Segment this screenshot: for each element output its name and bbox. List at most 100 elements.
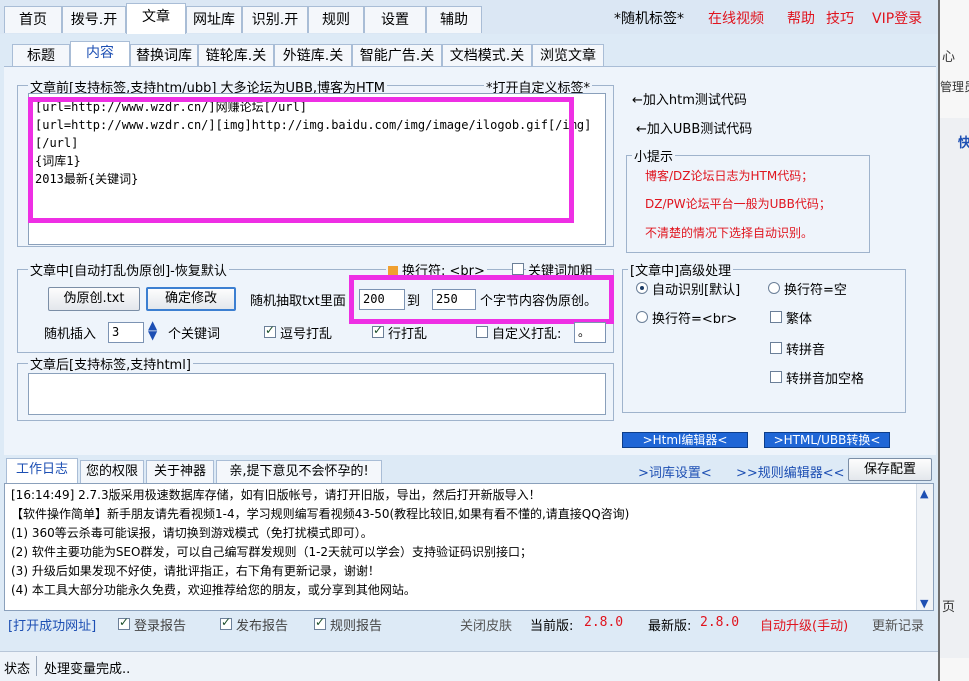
to-label: 到: [407, 294, 421, 309]
work-log[interactable]: [16:14:49] 2.7.3版采用极速数据库存储，如有旧版帐号，请打开旧版，…: [4, 483, 934, 611]
save-config-button[interactable]: 保存配置: [848, 458, 932, 481]
bg-text: 心: [942, 50, 956, 65]
subtab-smart-ads[interactable]: 智能广告.关: [352, 44, 442, 67]
line-shuffle-label: 行打乱: [388, 327, 428, 342]
middle-article-legend[interactable]: 文章中[自动打乱伪原创]-恢复默认: [28, 260, 229, 279]
vip-login-link[interactable]: VIP登录: [872, 8, 922, 28]
scroll-down-icon[interactable]: ▼: [920, 594, 928, 613]
pinyin-label: 转拼音: [786, 343, 826, 358]
bg-text: 管理员: [940, 80, 969, 94]
subtab-doc-mode[interactable]: 文档模式.关: [442, 44, 532, 67]
tips-link[interactable]: 技巧: [826, 8, 854, 28]
newline-label: 换行符: <br>: [386, 260, 487, 279]
rule-editor-link[interactable]: >>规则编辑器<<: [736, 462, 845, 481]
after-article-legend: 文章后[支持标签,支持html]: [28, 354, 193, 373]
pinyin-checkbox[interactable]: [770, 342, 782, 354]
add-htm-code-link[interactable]: ←加入htm测试代码: [632, 89, 747, 108]
tips-legend: 小提示: [632, 146, 676, 165]
tab-recognize[interactable]: 识别.开: [242, 6, 308, 33]
advanced-legend: [文章中]高级处理: [628, 260, 734, 279]
close-skin-link[interactable]: 关闭皮肤: [460, 615, 512, 634]
insert-count-input[interactable]: 3: [108, 322, 144, 343]
current-version: 2.8.0: [584, 615, 624, 630]
tab-about[interactable]: 关于神器: [146, 460, 214, 483]
newline-br-radio[interactable]: [636, 311, 648, 323]
scroll-up-icon[interactable]: ▲: [920, 484, 928, 503]
tip-line: 博客/DZ论坛日志为HTM代码；: [645, 169, 814, 183]
bg-text: 页: [942, 600, 956, 615]
status-text: 处理变量完成..: [44, 662, 131, 677]
before-line: [url=http://www.wzdr.cn/]网赚论坛[/url]: [35, 100, 307, 114]
bg-panel: [940, 118, 969, 658]
confirm-edit-button[interactable]: 确定修改: [146, 287, 236, 311]
pseudo-original-txt-button[interactable]: 伪原创.txt: [48, 287, 140, 311]
subtab-link-wheel[interactable]: 链轮库.关: [198, 44, 274, 67]
tab-permissions[interactable]: 您的权限: [80, 460, 144, 483]
random-extract-label: 随机抽取txt里面: [250, 294, 346, 309]
publish-report-checkbox[interactable]: [220, 615, 232, 630]
tab-article[interactable]: 文章: [126, 3, 186, 34]
before-article-textarea[interactable]: [url=http://www.wzdr.cn/]网赚论坛[/url] [url…: [28, 93, 606, 245]
background-window-strip: 心 管理员 快 页: [938, 0, 969, 681]
content-panel: 文章前[支持标签,支持htm/ubb] 大多论坛为UBB,博客为HTM *打开自…: [4, 66, 936, 455]
before-line: {词库1}: [35, 154, 81, 168]
html-editor-button[interactable]: >Html编辑器<: [622, 432, 748, 448]
subtab-browse[interactable]: 浏览文章: [532, 44, 604, 67]
publish-report-label: 发布报告: [236, 619, 289, 634]
traditional-label: 繁体: [786, 312, 813, 327]
pinyin-space-checkbox[interactable]: [770, 371, 782, 383]
tab-settings[interactable]: 设置: [364, 6, 426, 33]
log-line: (1) 360等云杀毒可能误报，请切换到游戏模式（免打扰模式即可）。: [11, 526, 373, 540]
html-ubb-convert-button[interactable]: >HTML/UBB转换<: [764, 432, 890, 448]
login-report-checkbox[interactable]: [118, 615, 130, 630]
before-line: [/url]: [35, 136, 79, 150]
after-article-textarea[interactable]: [28, 373, 606, 415]
online-video-link[interactable]: 在线视频: [708, 8, 764, 28]
subtab-replace-dict[interactable]: 替换词库: [130, 44, 198, 67]
range-to-input[interactable]: 250: [432, 289, 476, 310]
custom-shuffle-checkbox[interactable]: [476, 326, 488, 338]
spinner-arrows-icon[interactable]: ▲ ▼: [148, 319, 157, 341]
log-lines: [16:14:49] 2.7.3版采用极速数据库存储，如有旧版帐号，请打开旧版，…: [5, 484, 907, 602]
log-line: (3) 升级后如果发现不好使，请批评指正，右下角有更新记录，谢谢！: [11, 564, 380, 578]
latest-version-label: 最新版:: [648, 619, 692, 634]
dict-settings-link[interactable]: >词库设置<: [638, 462, 712, 481]
top-tab-bar: 首页 拨号.开 文章 网址库 识别.开 规则 设置 辅助 *随机标签* 在线视频…: [0, 0, 938, 34]
bytes-label: 个字节内容伪原创。: [480, 294, 598, 309]
keyword-bold-checkbox[interactable]: [512, 263, 524, 275]
login-report-label: 登录报告: [134, 619, 187, 634]
tab-home[interactable]: 首页: [4, 6, 62, 33]
subtab-title[interactable]: 标题: [12, 44, 70, 67]
tab-url-lib[interactable]: 网址库: [186, 6, 242, 33]
random-tag-link[interactable]: *随机标签*: [614, 8, 684, 28]
changelog-link[interactable]: 更新记录: [872, 615, 924, 634]
add-ubb-code-link[interactable]: ←加入UBB测试代码: [636, 118, 752, 137]
tab-aux[interactable]: 辅助: [426, 6, 482, 33]
comma-shuffle-label: 逗号打乱: [280, 327, 333, 342]
newline-empty-radio[interactable]: [768, 282, 780, 294]
auto-detect-radio[interactable]: [636, 282, 648, 294]
help-link[interactable]: 帮助: [787, 8, 815, 28]
custom-shuffle-input[interactable]: 。: [574, 322, 606, 343]
traditional-checkbox[interactable]: [770, 311, 782, 323]
open-success-url-link[interactable]: [打开成功网址]: [8, 615, 96, 634]
auto-upgrade-link[interactable]: 自动升级(手动): [760, 615, 848, 634]
subtab-content[interactable]: 内容: [70, 41, 130, 67]
tab-dial[interactable]: 拨号.开: [62, 6, 126, 33]
tab-feedback[interactable]: 亲,提下意见不会怀孕的!: [216, 460, 382, 483]
line-shuffle-checkbox[interactable]: [372, 323, 384, 338]
comma-shuffle-checkbox[interactable]: [264, 323, 276, 338]
rule-report-checkbox[interactable]: [314, 615, 326, 630]
subtab-external-links[interactable]: 外链库.关: [274, 44, 352, 67]
keyword-bold-label: 关键词加粗: [526, 260, 596, 279]
tab-work-log[interactable]: 工作日志: [6, 458, 78, 484]
tab-rules[interactable]: 规则: [308, 6, 364, 33]
before-line: [url=http://www.wzdr.cn/][img]http://img…: [35, 118, 592, 132]
log-scrollbar[interactable]: ▲ ▼: [916, 484, 933, 610]
bottom-bar: [打开成功网址] 登录报告 发布报告 规则报告 关闭皮肤 当前版: 2.8.0 …: [0, 612, 938, 638]
before-line: 2013最新{关键词}: [35, 172, 139, 186]
range-from-input[interactable]: 200: [359, 289, 405, 310]
auto-detect-label: 自动识别[默认]: [652, 283, 741, 298]
status-bar: 状态 处理变量完成..: [0, 651, 938, 681]
latest-version: 2.8.0: [700, 615, 740, 630]
